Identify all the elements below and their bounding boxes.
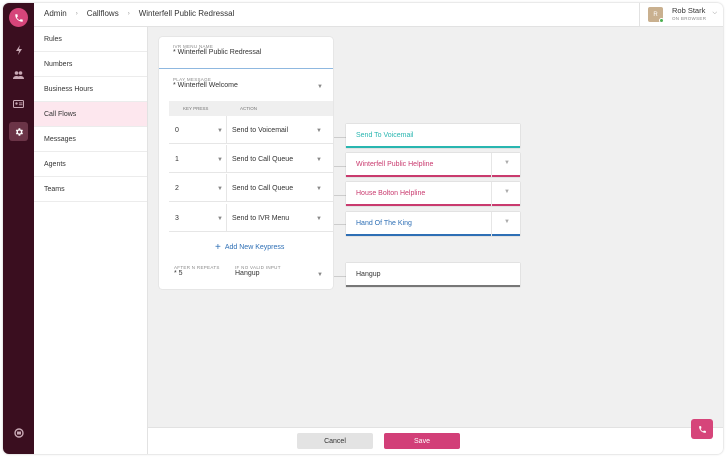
settings-sidebar: Rules Numbers Business Hours Call Flows … xyxy=(34,27,148,454)
repeats-value: 5 xyxy=(178,270,183,277)
chevron-down-icon[interactable]: ▼ xyxy=(217,216,223,222)
connector-line xyxy=(334,195,346,196)
repeats-field[interactable]: AFTER N REPEATS * 5 xyxy=(169,259,222,289)
left-rail xyxy=(3,3,34,454)
destination-label: Hangup xyxy=(356,271,381,278)
breadcrumb: Admin › Callflows › Winterfell Public Re… xyxy=(44,9,234,18)
divider xyxy=(491,182,492,206)
connector-line xyxy=(334,224,346,225)
chevron-down-icon[interactable]: ▼ xyxy=(504,219,510,225)
destination-queue-select[interactable]: Winterfell Public Helpline ▼ xyxy=(346,153,520,177)
sidebar-item-rules[interactable]: Rules xyxy=(34,27,147,52)
destination-label: Send To Voicemail xyxy=(356,132,414,139)
action-select[interactable]: Send to Call Queue xyxy=(232,156,293,163)
divider xyxy=(226,204,227,231)
sidebar-item-agents[interactable]: Agents xyxy=(34,152,147,177)
chevron-down-icon[interactable]: ▼ xyxy=(504,160,510,166)
connector-line xyxy=(334,276,346,277)
play-message-select[interactable]: PLAY MESSAGE * Winterfell Welcome ▼ xyxy=(159,69,333,99)
chevron-down-icon[interactable]: ⌵ xyxy=(712,10,717,17)
form-footer: Cancel Save xyxy=(148,427,723,454)
divider xyxy=(226,174,227,201)
breadcrumb-admin[interactable]: Admin xyxy=(44,9,67,18)
divider xyxy=(226,145,227,172)
chevron-down-icon[interactable]: ▼ xyxy=(217,186,223,192)
connector-line xyxy=(334,166,346,167)
chevron-down-icon[interactable]: ▼ xyxy=(316,216,322,222)
destination-voicemail[interactable]: Send To Voicemail xyxy=(346,124,520,148)
destination-label: House Bolton Helpline xyxy=(356,190,426,197)
sidebar-item-numbers[interactable]: Numbers xyxy=(34,52,147,77)
key-select[interactable]: 0 xyxy=(175,127,179,134)
phone-logo-icon[interactable] xyxy=(9,8,28,27)
flash-icon[interactable] xyxy=(9,40,28,59)
chevron-down-icon[interactable]: ▼ xyxy=(316,157,322,163)
key-select[interactable]: 2 xyxy=(175,185,179,192)
key-select[interactable]: 1 xyxy=(175,156,179,163)
keypress-row: 0 ▼ Send to Voicemail ▼ xyxy=(169,116,333,144)
users-icon[interactable] xyxy=(9,65,28,84)
main-content: IVR MENU NAME * Winterfell Public Redres… xyxy=(148,27,723,454)
user-name: Rob Stark xyxy=(672,6,706,15)
chevron-down-icon: ▼ xyxy=(317,272,323,278)
dialer-fab-button[interactable] xyxy=(691,419,713,439)
chevron-right-icon: › xyxy=(75,10,78,17)
divider xyxy=(491,153,492,177)
plus-icon: + xyxy=(215,242,221,253)
no-valid-input-select[interactable]: IF NO VALID INPUT Hangup ▼ xyxy=(225,259,333,289)
destination-hangup[interactable]: Hangup xyxy=(346,263,520,287)
sidebar-item-call-flows[interactable]: Call Flows xyxy=(34,102,147,127)
support-icon[interactable] xyxy=(9,423,28,442)
online-status-dot xyxy=(659,18,664,23)
connector-line xyxy=(334,137,346,138)
user-status: ON BROWSER xyxy=(672,16,707,21)
sidebar-item-messages[interactable]: Messages xyxy=(34,127,147,152)
contact-card-icon[interactable] xyxy=(9,94,28,113)
breadcrumb-current: Winterfell Public Redressal xyxy=(138,9,235,18)
user-menu[interactable]: R Rob Stark ON BROWSER ⌵ xyxy=(639,3,723,27)
ivr-menu-card: IVR MENU NAME * Winterfell Public Redres… xyxy=(159,37,333,289)
destination-queue-select[interactable]: House Bolton Helpline ▼ xyxy=(346,182,520,206)
play-message-value: Winterfell Welcome xyxy=(177,82,238,89)
cancel-button[interactable]: Cancel xyxy=(297,433,373,449)
divider xyxy=(491,212,492,236)
ivr-name-value: Winterfell Public Redressal xyxy=(177,49,262,56)
keypress-row: 3 ▼ Send to IVR Menu ▼ xyxy=(169,204,333,232)
column-key-press: KEY PRESS xyxy=(183,106,209,111)
chevron-down-icon[interactable]: ▼ xyxy=(217,157,223,163)
sidebar-item-teams[interactable]: Teams xyxy=(34,177,147,202)
chevron-down-icon: ▼ xyxy=(317,84,323,90)
ivr-name-field[interactable]: IVR MENU NAME * Winterfell Public Redres… xyxy=(159,37,333,69)
action-select[interactable]: Send to IVR Menu xyxy=(232,215,289,222)
chevron-down-icon[interactable]: ▼ xyxy=(316,186,322,192)
keypress-row: 1 ▼ Send to Call Queue ▼ xyxy=(169,145,333,173)
sidebar-item-business-hours[interactable]: Business Hours xyxy=(34,77,147,102)
chevron-down-icon[interactable]: ▼ xyxy=(504,189,510,195)
divider xyxy=(226,116,227,143)
chevron-right-icon: › xyxy=(127,10,130,17)
phone-icon xyxy=(698,425,706,433)
action-select[interactable]: Send to Call Queue xyxy=(232,185,293,192)
keypress-row: 2 ▼ Send to Call Queue ▼ xyxy=(169,174,333,202)
keypress-table-header: KEY PRESS ACTION xyxy=(169,101,333,116)
add-keypress-button[interactable]: + Add New Keypress xyxy=(215,242,284,253)
settings-gear-icon[interactable] xyxy=(9,122,28,141)
save-button[interactable]: Save xyxy=(384,433,460,449)
key-select[interactable]: 3 xyxy=(175,215,179,222)
column-action: ACTION xyxy=(240,106,258,111)
add-keypress-label: Add New Keypress xyxy=(224,244,285,251)
destination-ivr-select[interactable]: Hand Of The King ▼ xyxy=(346,212,520,236)
chevron-down-icon[interactable]: ▼ xyxy=(217,128,223,134)
top-header: Admin › Callflows › Winterfell Public Re… xyxy=(34,3,723,27)
breadcrumb-callflows[interactable]: Callflows xyxy=(87,9,119,18)
action-select[interactable]: Send to Voicemail xyxy=(232,127,288,134)
chevron-down-icon[interactable]: ▼ xyxy=(316,128,322,134)
destination-label: Winterfell Public Helpline xyxy=(356,161,434,168)
app-window: Admin › Callflows › Winterfell Public Re… xyxy=(3,3,723,454)
destination-label: Hand Of The King xyxy=(356,220,412,227)
